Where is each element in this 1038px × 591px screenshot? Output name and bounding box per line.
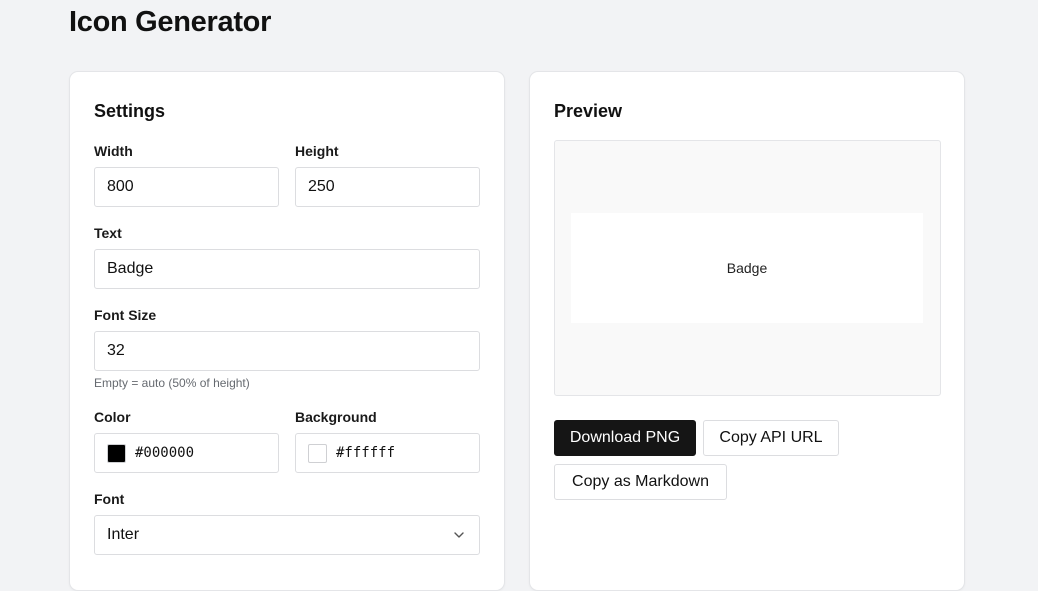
text-label: Text xyxy=(94,225,122,241)
preview-card: Preview Badge Download PNG Copy API URL … xyxy=(529,71,965,591)
badge-preview-text: Badge xyxy=(726,260,768,276)
badge-preview-image: Badge xyxy=(571,213,923,323)
background-field[interactable]: #ffffff xyxy=(295,433,480,473)
page-title: Icon Generator xyxy=(69,6,272,38)
color-value: #000000 xyxy=(135,445,195,461)
settings-title: Settings xyxy=(94,101,166,121)
download-png-button[interactable]: Download PNG xyxy=(554,420,696,456)
color-field[interactable]: #000000 xyxy=(94,433,279,473)
width-input[interactable]: 800 xyxy=(94,167,279,207)
preview-area: Badge xyxy=(554,140,941,396)
font-select[interactable]: Inter xyxy=(94,515,480,555)
copy-as-markdown-button[interactable]: Copy as Markdown xyxy=(554,464,727,500)
chevron-down-icon xyxy=(454,532,464,538)
height-label: Height xyxy=(295,143,339,159)
background-label: Background xyxy=(295,409,377,425)
background-swatch[interactable] xyxy=(308,444,327,463)
background-value: #ffffff xyxy=(336,445,396,461)
font-select-value: Inter xyxy=(107,526,140,543)
color-label: Color xyxy=(94,409,131,425)
text-input[interactable]: Badge xyxy=(94,249,480,289)
copy-api-url-button[interactable]: Copy API URL xyxy=(703,420,839,456)
font-size-input[interactable]: 32 xyxy=(94,331,480,371)
width-label: Width xyxy=(94,143,133,159)
height-input[interactable]: 250 xyxy=(295,167,480,207)
font-size-hint: Empty = auto (50% of height) xyxy=(94,376,250,390)
color-swatch[interactable] xyxy=(107,444,126,463)
font-label: Font xyxy=(94,491,125,507)
preview-title: Preview xyxy=(554,101,623,121)
font-size-label: Font Size xyxy=(94,307,157,323)
settings-card: Settings Width 800 Height 250 Text Badge… xyxy=(69,71,505,591)
